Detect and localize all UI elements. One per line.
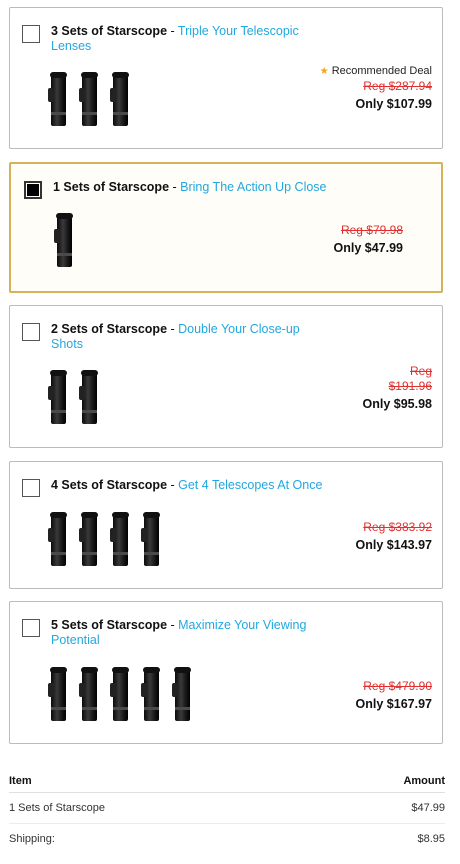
offer-card-4-sets[interactable]: 4 Sets of Starscope - Get 4 Telescopes A… [9, 461, 443, 589]
offer-checkbox-checked[interactable] [24, 181, 42, 199]
offer-card-2-sets[interactable]: 2 Sets of Starscope - Double Your Close-… [9, 305, 443, 448]
starscope-image [141, 512, 162, 566]
summary-row: 1 Sets of Starscope $47.99 [9, 793, 445, 824]
offer-title-separator: - [167, 618, 179, 632]
summary-row-label: Shipping: [9, 833, 55, 845]
offer-pricing: Reg $383.92 Only $143.97 [356, 520, 432, 553]
regular-price: $191.96 [388, 379, 432, 393]
offer-title-separator: - [167, 24, 178, 38]
offer-pricing: Reg $191.96 Only $95.98 [363, 364, 433, 412]
summary-row-amount: $8.95 [417, 833, 445, 845]
starscope-image [172, 667, 193, 721]
starscope-image [110, 667, 131, 721]
regular-price: Reg $383.92 [363, 520, 432, 534]
offer-title-separator: - [169, 180, 181, 194]
regular-price: Reg $79.98 [340, 223, 403, 237]
star-icon: ★ [319, 66, 329, 77]
offer-checkbox[interactable] [22, 323, 40, 341]
offer-title: 3 Sets of Starscope - Triple Your Telesc… [51, 24, 311, 54]
product-images [54, 213, 75, 267]
regular-price-label: Reg [409, 364, 432, 378]
sale-price: Only $107.99 [355, 97, 432, 111]
starscope-image [79, 512, 100, 566]
starscope-image [48, 370, 69, 424]
offer-checkbox[interactable] [22, 25, 40, 43]
recommended-badge: ★ Recommended Deal [320, 64, 432, 79]
offer-title-separator: - [167, 478, 179, 492]
offer-title: 5 Sets of Starscope - Maximize Your View… [51, 618, 331, 648]
offer-title-separator: - [167, 322, 179, 336]
offer-checkbox[interactable] [22, 619, 40, 637]
sale-price: Only $167.97 [355, 697, 432, 711]
offer-tagline: Get 4 Telescopes At Once [178, 478, 323, 492]
offer-quantity: 5 Sets of Starscope [51, 618, 168, 632]
regular-price: Reg $287.94 [363, 79, 432, 93]
offer-tagline: Bring The Action Up Close [180, 180, 327, 194]
offer-title: 4 Sets of Starscope - Get 4 Telescopes A… [51, 478, 391, 493]
product-images [48, 667, 193, 721]
sale-price: Only $143.97 [355, 538, 432, 552]
starscope-image [48, 667, 69, 721]
starscope-image [79, 72, 100, 126]
starscope-image [48, 512, 69, 566]
offer-pricing: Reg $479.90 Only $167.97 [356, 679, 432, 712]
offer-card-1-set[interactable]: 1 Sets of Starscope - Bring The Action U… [9, 162, 443, 293]
product-images [48, 512, 162, 566]
offer-quantity: 2 Sets of Starscope [51, 322, 168, 336]
offer-checkbox[interactable] [22, 479, 40, 497]
recommended-label: Recommended Deal [331, 65, 432, 77]
starscope-image [79, 667, 100, 721]
starscope-image [141, 667, 162, 721]
offer-title: 1 Sets of Starscope - Bring The Action U… [53, 180, 373, 195]
starscope-image [110, 512, 131, 566]
regular-price: Reg $479.90 [363, 679, 432, 693]
sale-price: Only $47.99 [333, 241, 404, 255]
summary-item-header: Item [9, 775, 32, 787]
offer-pricing: ★ Recommended Deal Reg $287.94 Only $107… [320, 64, 432, 112]
offer-quantity: 4 Sets of Starscope [51, 478, 168, 492]
offer-card-5-sets[interactable]: 5 Sets of Starscope - Maximize Your View… [9, 601, 443, 744]
offer-quantity: 3 Sets of Starscope [51, 24, 168, 38]
starscope-image [48, 72, 69, 126]
offer-pricing: Reg $79.98 Only $47.99 [334, 223, 404, 256]
summary-row-label: 1 Sets of Starscope [9, 802, 105, 814]
summary-header: Item Amount [9, 770, 445, 793]
sale-price: Only $95.98 [362, 397, 433, 411]
order-summary: Item Amount 1 Sets of Starscope $47.99 S… [9, 770, 445, 854]
starscope-image [54, 213, 75, 267]
summary-row-amount: $47.99 [411, 802, 445, 814]
product-images [48, 370, 100, 424]
offer-card-3-sets[interactable]: 3 Sets of Starscope - Triple Your Telesc… [9, 7, 443, 149]
product-images [48, 72, 131, 126]
summary-row: Shipping: $8.95 [9, 824, 445, 854]
offer-quantity: 1 Sets of Starscope [53, 180, 170, 194]
summary-amount-header: Amount [403, 775, 445, 787]
starscope-image [79, 370, 100, 424]
offer-title: 2 Sets of Starscope - Double Your Close-… [51, 322, 311, 352]
starscope-image [110, 72, 131, 126]
